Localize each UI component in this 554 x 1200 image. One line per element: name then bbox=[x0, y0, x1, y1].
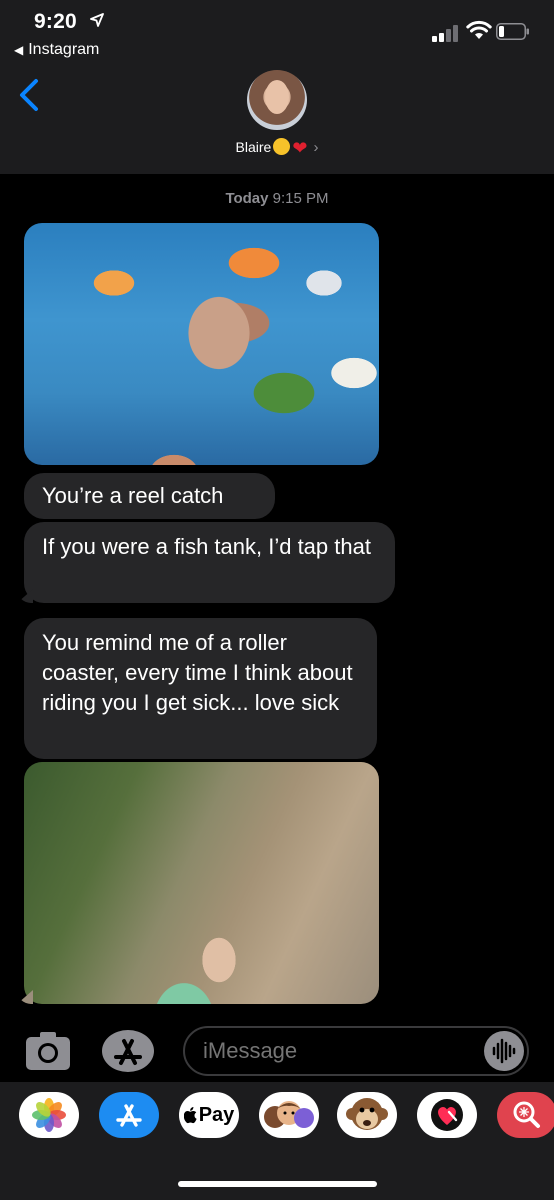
timestamp-time: 9:15 PM bbox=[272, 190, 329, 207]
message-image-roller-coaster[interactable] bbox=[24, 762, 379, 1004]
battery-icon bbox=[496, 23, 529, 40]
message-bubble[interactable]: You remind me of a roller coaster, every… bbox=[24, 618, 377, 759]
message-bubble[interactable]: You’re a reel catch bbox=[24, 473, 275, 519]
imessage-input[interactable] bbox=[183, 1026, 529, 1076]
app-store-drawer-icon[interactable] bbox=[99, 1092, 159, 1138]
message-bubble[interactable]: If you were a fish tank, I’d tap that bbox=[24, 522, 395, 603]
apple-logo-icon bbox=[183, 1107, 197, 1124]
audio-message-button[interactable] bbox=[484, 1031, 524, 1071]
home-indicator[interactable] bbox=[178, 1181, 377, 1187]
red-heart-emoji-icon: ❤ bbox=[292, 138, 308, 158]
apple-pay-icon[interactable]: Pay bbox=[179, 1092, 239, 1138]
back-app-label: Instagram bbox=[28, 41, 100, 58]
contact-avatar[interactable] bbox=[247, 70, 307, 130]
back-to-app-link[interactable]: ◀ Instagram bbox=[14, 41, 99, 59]
cellular-signal-icon bbox=[432, 24, 462, 42]
contact-name-row[interactable]: Blaire ❤ › bbox=[0, 138, 554, 159]
heart-eyes-emoji-icon bbox=[273, 138, 291, 155]
conversation-timestamp: Today 9:15 PM bbox=[0, 190, 554, 207]
timestamp-day: Today bbox=[225, 190, 269, 207]
location-arrow-icon bbox=[90, 13, 104, 27]
image-search-icon[interactable] bbox=[497, 1092, 554, 1138]
contact-name: Blaire bbox=[235, 139, 272, 155]
app-store-a-icon bbox=[114, 1039, 142, 1065]
chevron-right-icon: › bbox=[313, 139, 319, 156]
wifi-icon bbox=[466, 20, 492, 39]
animoji-monkey-icon[interactable] bbox=[337, 1092, 397, 1138]
back-chevron-icon[interactable] bbox=[16, 78, 40, 112]
apple-pay-label: Pay bbox=[198, 1103, 235, 1126]
digital-touch-icon[interactable] bbox=[417, 1092, 477, 1138]
memoji-icon[interactable] bbox=[259, 1092, 319, 1138]
app-store-button[interactable] bbox=[102, 1030, 154, 1072]
waveform-icon bbox=[492, 1038, 516, 1064]
photos-app-icon[interactable] bbox=[19, 1092, 79, 1138]
back-triangle-icon: ◀ bbox=[14, 43, 24, 57]
message-image-fish-tank[interactable] bbox=[24, 223, 379, 465]
camera-icon[interactable] bbox=[25, 1031, 71, 1071]
status-time: 9:20 bbox=[34, 10, 77, 33]
conversation-header: 9:20 ◀ Instagram Blaire ❤ › bbox=[0, 0, 554, 174]
